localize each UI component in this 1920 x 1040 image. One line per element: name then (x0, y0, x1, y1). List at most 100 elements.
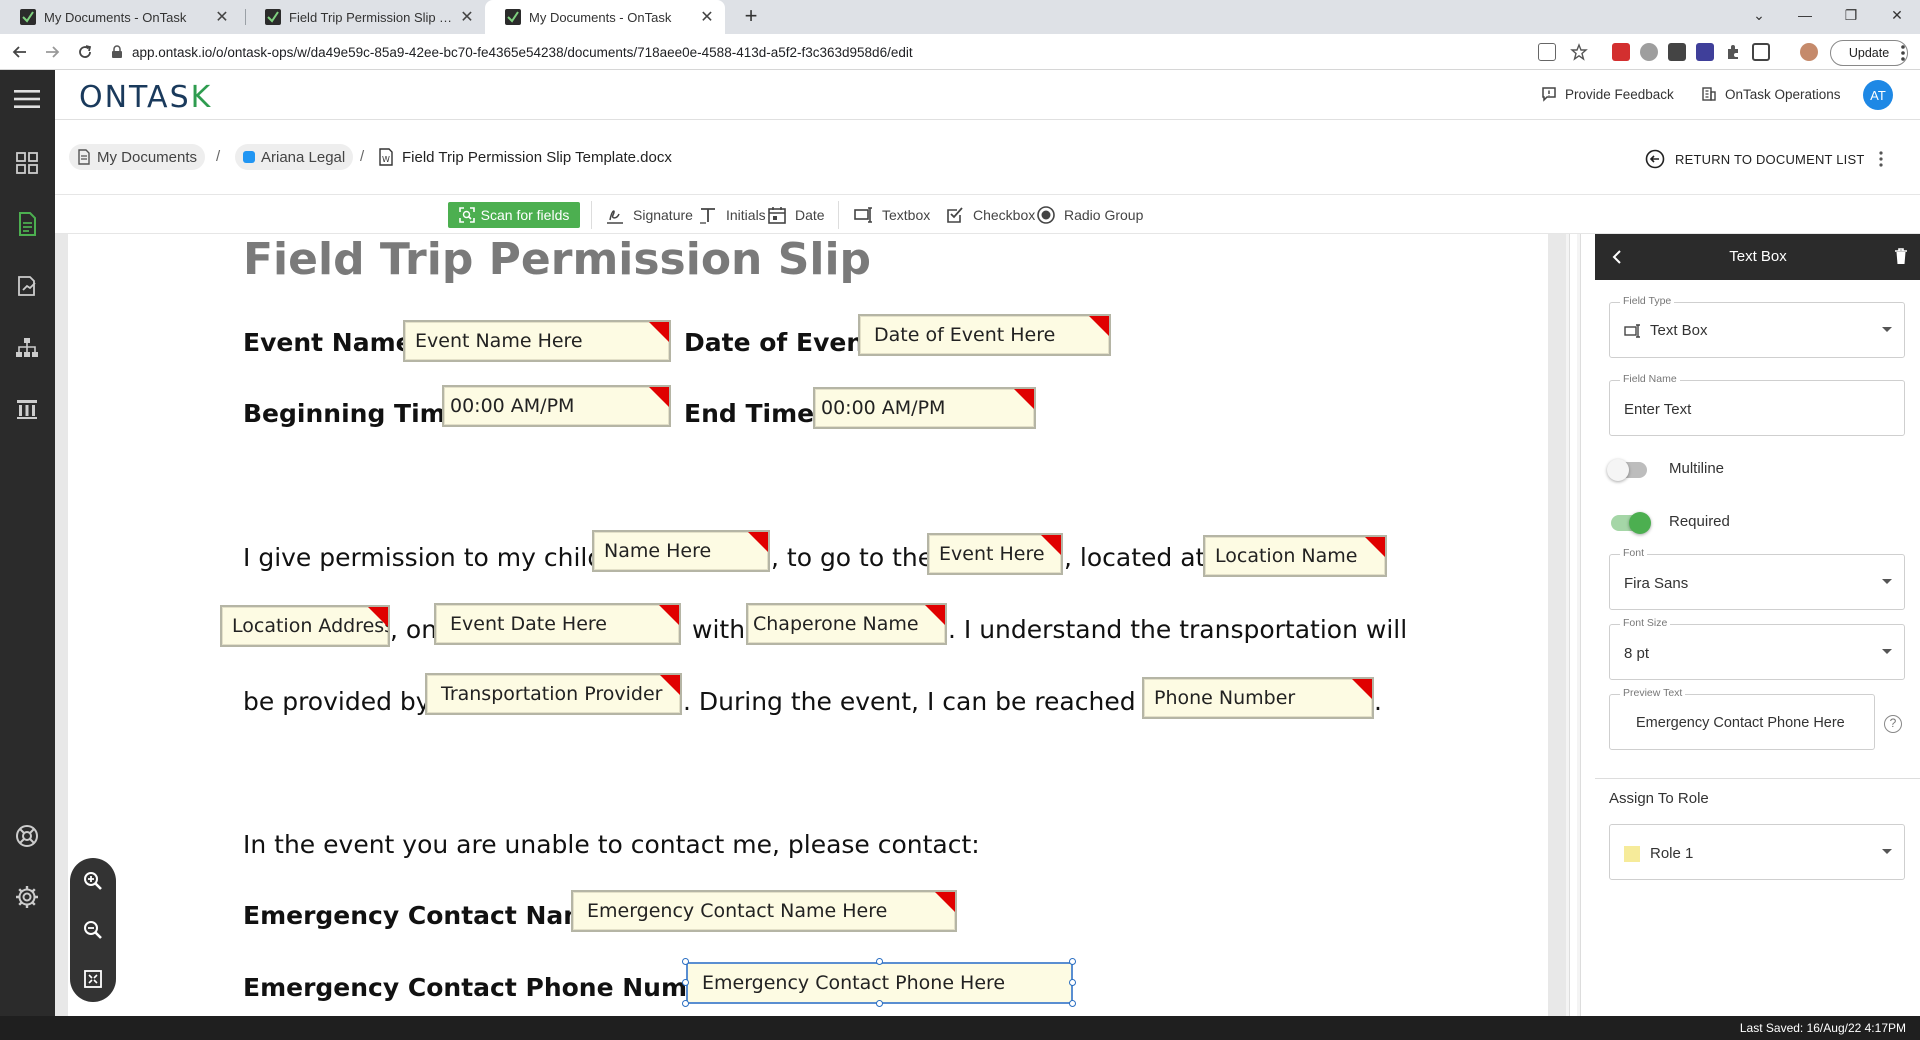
required-flag-icon (1365, 537, 1385, 557)
checkbox-tool[interactable]: Checkbox (945, 205, 1035, 225)
resize-handle[interactable] (1069, 979, 1076, 986)
breadcrumb-folder[interactable]: Ariana Legal (235, 144, 354, 170)
user-avatar[interactable]: AT (1863, 80, 1893, 110)
field-event-date[interactable]: Event Date Here (434, 603, 681, 645)
settings-gear-icon[interactable] (12, 882, 42, 912)
library-icon[interactable] (12, 394, 42, 424)
close-window-icon[interactable]: ✕ (1874, 0, 1920, 30)
breadcrumb-separator: / (360, 148, 365, 165)
tab-close-icon[interactable]: ✕ (459, 7, 475, 27)
bookmark-star-icon[interactable] (1570, 43, 1588, 61)
provide-feedback-link[interactable]: Provide Feedback (1541, 86, 1674, 102)
browser-tab-active[interactable]: My Documents - OnTask ✕ (485, 0, 725, 34)
field-event[interactable]: Event Here (927, 533, 1063, 575)
help-lifebuoy-icon[interactable] (12, 821, 42, 851)
svg-text:W: W (382, 155, 390, 164)
fit-to-page-icon[interactable] (78, 964, 108, 994)
forward-icon[interactable] (40, 40, 64, 64)
tool-label: Initials (726, 207, 766, 223)
paragraph-text: , on (390, 615, 438, 644)
extension-k-icon[interactable] (1696, 43, 1714, 61)
hamburger-menu-icon[interactable] (12, 84, 42, 114)
share-icon[interactable] (1538, 43, 1556, 61)
multiline-toggle[interactable] (1607, 459, 1647, 481)
field-emergency-contact-name[interactable]: Emergency Contact Name Here (571, 890, 957, 932)
reload-icon[interactable] (73, 40, 97, 64)
scan-for-fields-button[interactable]: Scan for fields (448, 202, 580, 228)
field-date-of-event[interactable]: Date of Event Here (858, 314, 1111, 356)
help-icon[interactable]: ? (1884, 715, 1902, 733)
org-chart-icon[interactable] (12, 333, 42, 363)
org-switcher[interactable]: OnTask Operations (1701, 86, 1841, 102)
zoom-out-icon[interactable] (78, 915, 108, 945)
field-emergency-contact-phone-selected[interactable]: Emergency Contact Phone Here (686, 962, 1073, 1004)
restore-icon[interactable]: ❐ (1828, 0, 1874, 30)
ontask-logo[interactable]: ONTASK (79, 80, 212, 115)
toolbar-divider (838, 201, 839, 229)
tab-close-icon[interactable]: ✕ (699, 7, 715, 27)
resize-handle[interactable] (682, 1000, 689, 1007)
dashboard-icon[interactable] (12, 148, 42, 178)
field-name-input[interactable]: Field Name Enter Text (1609, 373, 1905, 436)
app-header: ONTASK Provide Feedback OnTask Operation… (55, 70, 1920, 120)
zoom-in-icon[interactable] (78, 866, 108, 896)
field-phone-number[interactable]: Phone Number (1142, 677, 1374, 719)
date-tool[interactable]: Date (767, 205, 825, 225)
field-type-value: Text Box (1624, 322, 1708, 339)
field-end-time[interactable]: 00:00 AM/PM (813, 387, 1036, 429)
field-location-address[interactable]: Location Address (220, 605, 390, 647)
field-type-select[interactable]: Field Type Text Box (1609, 295, 1905, 358)
chevron-down-icon (1882, 579, 1892, 584)
field-transportation-provider[interactable]: Transportation Provider (425, 673, 682, 715)
field-child-name[interactable]: Name Here (592, 530, 770, 572)
resize-handle[interactable] (876, 1000, 883, 1007)
resize-handle[interactable] (682, 958, 689, 965)
chevron-down-icon (1882, 649, 1892, 654)
extension-red-icon[interactable] (1612, 43, 1630, 61)
url-field[interactable]: app.ontask.io/o/ontask-ops/w/da49e59c-85… (110, 39, 1610, 65)
side-panel-icon[interactable] (1752, 43, 1770, 61)
workflows-icon[interactable] (12, 271, 42, 301)
minimize-icon[interactable]: — (1782, 0, 1828, 30)
field-location-name[interactable]: Location Name (1203, 535, 1387, 577)
initials-tool[interactable]: Initials (698, 205, 766, 225)
signature-tool[interactable]: Signature (605, 205, 693, 225)
back-icon[interactable] (8, 40, 32, 64)
preview-text-input[interactable]: Preview Text Emergency Contact Phone Her… (1609, 687, 1875, 750)
field-event-name[interactable]: Event Name Here (403, 320, 671, 362)
radio-group-tool[interactable]: Radio Group (1036, 205, 1143, 225)
canvas-scrollbar[interactable] (1566, 234, 1580, 1016)
resize-handle[interactable] (876, 958, 883, 965)
resize-handle[interactable] (682, 979, 689, 986)
documents-icon[interactable] (12, 209, 42, 239)
field-chaperone-name[interactable]: Chaperone Name (746, 603, 947, 645)
breadcrumb-document: W Field Trip Permission Slip Template.do… (378, 148, 672, 166)
field-beginning-time[interactable]: 00:00 AM/PM (442, 385, 671, 427)
more-options-icon[interactable] (1877, 150, 1885, 168)
label-emergency-contact-phone: Emergency Contact Phone Number: (243, 973, 743, 1002)
font-select[interactable]: Font Fira Sans (1609, 547, 1905, 610)
extensions-puzzle-icon[interactable] (1724, 43, 1742, 61)
browser-tab[interactable]: My Documents - OnTask ✕ (0, 0, 240, 34)
required-flag-icon (1352, 679, 1372, 699)
resize-handle[interactable] (1069, 958, 1076, 965)
resize-handle[interactable] (1069, 1000, 1076, 1007)
panel-divider (1595, 778, 1920, 779)
required-toggle[interactable] (1611, 512, 1651, 534)
extension-dark-icon[interactable] (1668, 43, 1686, 61)
textbox-tool[interactable]: Textbox (854, 205, 930, 225)
extension-grey-icon[interactable] (1640, 43, 1658, 61)
tab-search-icon[interactable]: ⌄ (1736, 0, 1782, 30)
browser-tab[interactable]: Field Trip Permission Slip Templat ✕ (245, 0, 485, 34)
role-select[interactable]: Role 1 (1609, 824, 1905, 880)
return-to-document-list-button[interactable]: RETURN TO DOCUMENT LIST (1645, 149, 1865, 169)
font-size-select[interactable]: Font Size 8 pt (1609, 617, 1905, 680)
scrollbar-thumb[interactable] (1569, 234, 1577, 1016)
browser-menu-icon[interactable] (1896, 43, 1910, 63)
profile-avatar[interactable] (1800, 43, 1818, 61)
trash-icon[interactable] (1893, 247, 1909, 265)
new-tab-icon[interactable]: + (738, 4, 764, 30)
tab-close-icon[interactable]: ✕ (214, 7, 230, 27)
breadcrumb-my-documents[interactable]: My Documents (69, 144, 206, 170)
tool-label: Checkbox (973, 207, 1036, 223)
